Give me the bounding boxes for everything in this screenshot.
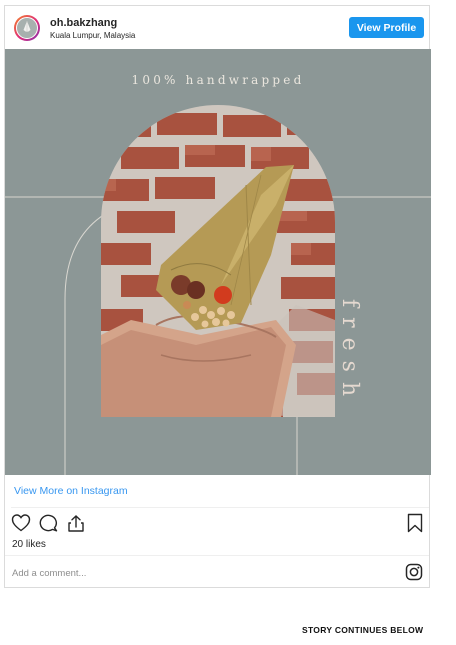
heart-icon[interactable]	[11, 513, 31, 532]
instagram-embed: oh.bakzhang Kuala Lumpur, Malaysia View …	[4, 5, 431, 588]
likes-count[interactable]: 20 likes	[12, 539, 46, 550]
image-side-word: fresh	[337, 299, 362, 407]
story-continues-label: STORY CONTINUES BELOW	[302, 625, 424, 635]
location[interactable]: Kuala Lumpur, Malaysia	[50, 31, 135, 40]
comment-icon[interactable]	[38, 513, 58, 532]
view-more-link[interactable]: View More on Instagram	[14, 485, 128, 497]
divider	[5, 555, 429, 556]
avatar[interactable]	[14, 15, 40, 41]
post-header: oh.bakzhang Kuala Lumpur, Malaysia View …	[5, 6, 431, 49]
avatar-image	[16, 17, 38, 39]
view-profile-button[interactable]: View Profile	[349, 17, 424, 38]
share-icon[interactable]	[66, 513, 86, 533]
add-comment-input[interactable]	[12, 564, 382, 582]
arch-photo	[101, 105, 335, 417]
post-image[interactable]: 100% handwrapped fresh	[5, 49, 431, 475]
username[interactable]: oh.bakzhang	[50, 17, 117, 29]
image-tagline: 100% handwrapped	[131, 73, 305, 87]
bookmark-icon[interactable]	[406, 513, 424, 533]
divider	[11, 507, 429, 508]
instagram-icon[interactable]	[405, 563, 423, 581]
